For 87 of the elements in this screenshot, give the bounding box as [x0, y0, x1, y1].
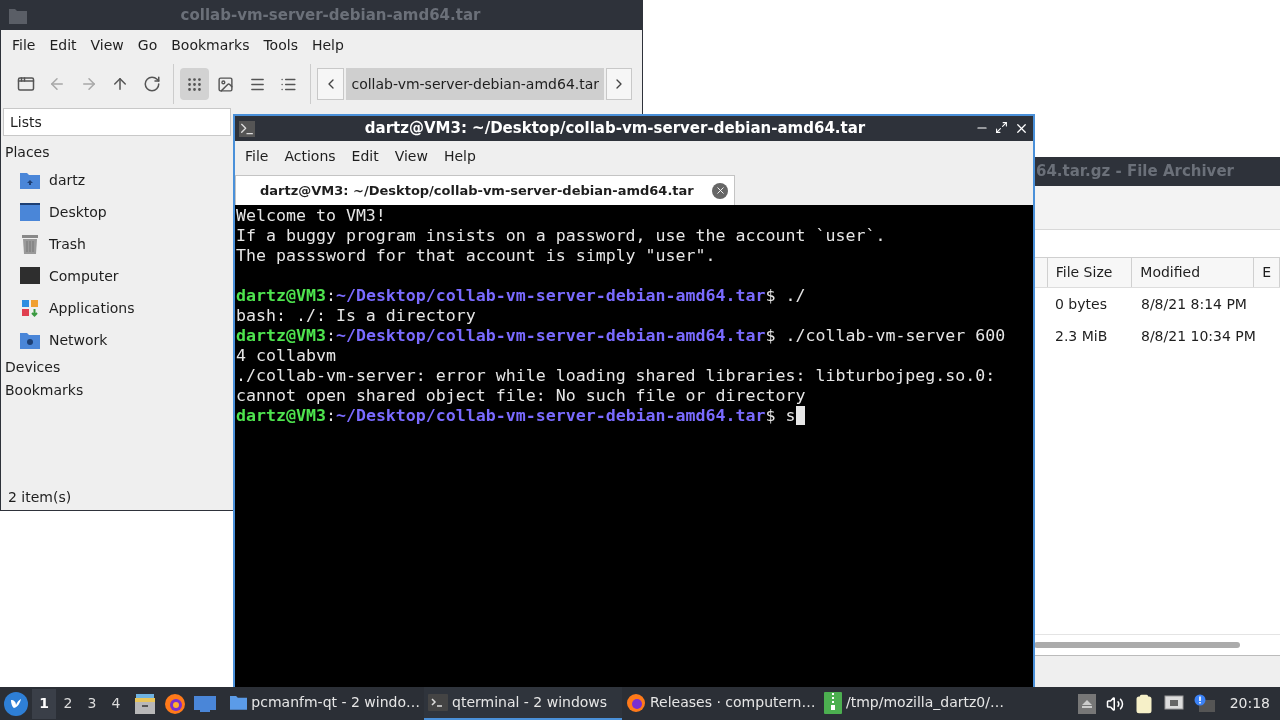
- file-cabinet-icon[interactable]: [134, 691, 158, 716]
- menu-item[interactable]: Edit: [42, 30, 84, 60]
- command-text: $ s: [765, 406, 796, 426]
- menu-item[interactable]: Tools: [256, 30, 305, 60]
- prompt-user: dartz@VM3: [236, 406, 326, 426]
- path-segment[interactable]: collab-vm-server-debian-amd64.tar: [346, 68, 605, 100]
- menu-item[interactable]: Help: [304, 30, 351, 60]
- fox-globe-icon: [626, 692, 646, 713]
- column-header[interactable]: Modified: [1132, 258, 1255, 287]
- notification-icon[interactable]: [1193, 693, 1216, 714]
- trash-icon: [22, 234, 38, 254]
- sidebar-section-header[interactable]: Places: [1, 141, 233, 164]
- menu-item[interactable]: Bookmarks: [164, 30, 257, 60]
- table-cell-text: 8/8/21 8:14 PM: [1140, 294, 1248, 314]
- output-line: If a buggy program insists on a password, use the account `user`.: [236, 226, 887, 246]
- prompt-separator: :: [325, 406, 336, 426]
- home-folder-icon: [20, 171, 40, 189]
- workspace-button[interactable]: 1: [32, 688, 56, 719]
- prompt-path: ~/Desktop/collab-vm-server-debian-amd64.tar: [335, 326, 766, 346]
- folder-icon: [9, 7, 27, 24]
- menu-item[interactable]: View: [386, 146, 436, 167]
- scrollbar[interactable]: [1034, 642, 1240, 648]
- sidebar-mode-dropdown[interactable]: Lists: [3, 108, 231, 136]
- output-line: The passsword for that account is simply "user".: [236, 246, 717, 266]
- sidebar-section-header[interactable]: Devices: [1, 356, 233, 379]
- grid-icon[interactable]: [179, 68, 210, 100]
- workspace-button[interactable]: 2: [56, 688, 80, 719]
- output-line: 4 collabvm: [236, 346, 337, 366]
- menu-item[interactable]: Go: [130, 30, 165, 60]
- computer-icon: [20, 267, 40, 285]
- network-icon[interactable]: [1163, 694, 1184, 713]
- applications-icon: [21, 299, 39, 317]
- output-line: ./collab-vm-server: error while loading shared libraries: libturbojpeg.so.0:: [236, 366, 997, 386]
- column-header[interactable]: E: [1254, 258, 1280, 287]
- terminal-tab[interactable]: dartz@VM3: ~/Desktop/collab-vm-server-debian-amd64.tar: [235, 175, 735, 205]
- column-header[interactable]: File Size: [1047, 258, 1133, 287]
- taskbar-task[interactable]: qterminal - 2 windows: [424, 687, 622, 720]
- workspace-button[interactable]: 4: [104, 688, 128, 719]
- menu-item[interactable]: Help: [435, 146, 484, 167]
- prompt-path: ~/Desktop/collab-vm-server-debian-amd64.tar: [335, 406, 766, 426]
- sidebar-item[interactable]: Network: [1, 324, 233, 356]
- sidebar-section-header[interactable]: Bookmarks: [1, 379, 233, 402]
- sidebar-item[interactable]: Desktop: [1, 196, 233, 228]
- table-cell-text: 0 bytes: [1054, 294, 1108, 314]
- menu-item[interactable]: File: [5, 30, 43, 60]
- output-line: Welcome to VM3!: [236, 206, 387, 226]
- window-title: 64.tar.gz - File Archiver: [1036, 161, 1234, 183]
- command-text: $ ./: [765, 286, 806, 306]
- table-cell-text: 2.3 MiB: [1054, 326, 1109, 346]
- start-menu-icon[interactable]: [4, 691, 28, 716]
- workspace-button[interactable]: 3: [80, 688, 104, 719]
- terminal-icon: [428, 694, 448, 711]
- sidebar-item[interactable]: Trash: [1, 228, 233, 260]
- window-title: dartz@VM3: ~/Desktop/collab-vm-server-debian-amd64.tar: [363, 118, 867, 140]
- prompt-user: dartz@VM3: [236, 326, 326, 346]
- maximize-icon[interactable]: [995, 121, 1008, 134]
- desktop-icon: [20, 202, 40, 222]
- prompt-user: dartz@VM3: [236, 286, 326, 306]
- sidebar-item[interactable]: dartz: [1, 164, 233, 196]
- menu-item[interactable]: Actions: [276, 146, 344, 167]
- taskbar-task[interactable]: Releases · computern…: [622, 687, 820, 720]
- output-line: bash: ./: Is a directory: [236, 306, 477, 326]
- volume-icon[interactable]: [1105, 694, 1124, 713]
- close-icon[interactable]: [1014, 121, 1029, 136]
- taskbar-task[interactable]: pcmanfm-qt - 2 windo…: [226, 687, 424, 720]
- sidebar-item[interactable]: Computer: [1, 260, 233, 292]
- window-title: collab-vm-server-debian-amd64.tar: [179, 5, 482, 27]
- folder-icon: [230, 694, 248, 711]
- menu-item[interactable]: File: [237, 146, 277, 167]
- taskbar-task[interactable]: /tmp/mozilla_dartz0/…: [820, 687, 1018, 720]
- status-text: 2 item(s): [8, 487, 72, 507]
- menu-item[interactable]: Edit: [343, 146, 387, 167]
- fox-globe-icon[interactable]: [164, 691, 188, 716]
- zip-file-icon: [824, 691, 842, 714]
- menu-item[interactable]: View: [83, 30, 131, 60]
- eject-icon[interactable]: [1077, 693, 1096, 714]
- prompt-separator: :: [325, 326, 336, 346]
- clock[interactable]: 20:18: [1229, 693, 1270, 714]
- output-line: cannot open shared object file: No such file or directory: [236, 386, 807, 406]
- terminal-icon: [239, 120, 255, 137]
- sidebar-item[interactable]: Applications: [1, 292, 233, 324]
- network-folder-icon: [20, 331, 40, 349]
- prompt-separator: :: [325, 286, 336, 306]
- command-text: $ ./collab-vm-server 600: [765, 326, 1006, 346]
- prompt-path: ~/Desktop/collab-vm-server-debian-amd64.tar: [335, 286, 766, 306]
- table-cell-text: 8/8/21 10:34 PM: [1140, 326, 1257, 346]
- close-tab-icon[interactable]: [712, 182, 728, 199]
